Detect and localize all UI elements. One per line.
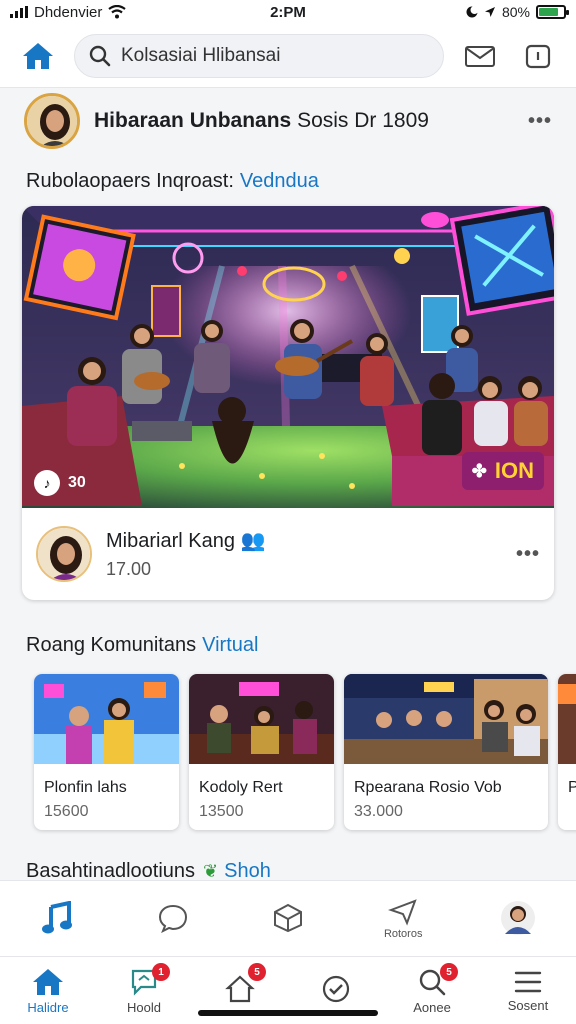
community-name: Kodoly Rert [199,779,283,796]
brand-symbol-icon: ✤ [471,460,487,481]
tab-menu[interactable]: Sosent [480,957,576,1024]
check-circle-icon [322,975,350,1003]
avatar-image [27,96,77,146]
featured-name: Mibariarl Kang 👥 [106,530,266,552]
section-title-featured: Rubolaopaers Inqroast: Vedndua [26,169,319,193]
feed: Hibaraan Unbanans Sosis Dr 1809 ••• Rubo… [0,88,576,880]
community-name: P [568,779,576,796]
cube-icon [274,903,302,932]
brand-logo: ✤ ION [461,452,544,490]
signal-icon [10,6,28,18]
hero-image[interactable]: ♪ 30 ✤ ION [22,206,554,508]
music-note-icon [41,900,72,933]
post-header: Hibaraan Unbanans Sosis Dr 1809 ••• [0,90,576,152]
community-thumbnail [34,674,179,764]
community-thumbnail [344,674,548,764]
status-bar: Dhdenvier 2:PM 80% [0,0,576,24]
home-button[interactable] [16,34,60,78]
community-card[interactable]: Rpearana Rosio Vob 33.000 [344,674,548,830]
community-name: Rpearana Rosio Vob [354,779,502,796]
home-indicator[interactable] [198,1010,378,1016]
more-options-icon[interactable]: ••• [528,110,552,133]
community-card[interactable]: Plonfin lahs 15600 [34,674,179,830]
next-section: Basahtinadlootiuns ❦ Shoh [0,854,576,881]
battery-percent: 80% [501,4,530,20]
section-title-next: Basahtinadlootiuns ❦ Shoh [0,854,576,881]
featured-card[interactable]: ♪ 30 ✤ ION Mibariarl Kang 👥 17.00 ••• [22,206,554,600]
top-bar [0,24,576,88]
battery-icon [536,5,569,19]
mail-button[interactable] [458,34,502,78]
community-thumbnail [189,674,334,764]
community-name: Plonfin lahs [44,779,127,796]
send-icon [388,898,417,926]
secondary-toolbar: Rotoros [0,880,576,956]
more-options-icon[interactable]: ••• [516,543,540,566]
notification-box-icon [525,44,551,68]
community-section: Roang Komunitans Virtual Plonfin lahs 156… [0,628,576,830]
toolbar-item-chat[interactable] [115,881,230,956]
search-bar[interactable] [74,33,444,78]
tab-chat[interactable]: 1 Hoold [96,957,192,1024]
tab-search[interactable]: 5 Aonee [384,957,480,1024]
community-thumbnail [558,674,576,764]
menu-icon [514,971,542,992]
search-icon [89,45,111,66]
leaf-icon: ❦ [203,860,219,881]
community-count: 13500 [199,803,244,820]
moon-icon [466,6,478,18]
play-counter[interactable]: ♪ 30 [34,470,86,496]
toolbar-item-profile[interactable] [461,881,576,956]
chat-bubble-icon [158,904,187,933]
toolbar-item-cube[interactable] [230,881,345,956]
featured-card-footer: Mibariarl Kang 👥 17.00 ••• [22,508,554,600]
home-icon [33,968,63,995]
battery-fill [539,8,559,16]
music-note-icon: ♪ [34,470,60,496]
profile-avatar-icon [501,900,536,935]
section-link[interactable]: Shoh [224,860,271,881]
toolbar-item-send[interactable]: Rotoros [346,881,461,956]
featured-count: 17.00 [106,559,152,579]
section-link[interactable]: Vedndua [240,170,319,193]
inbox-button[interactable] [516,34,560,78]
toolbar-item-music[interactable] [0,881,115,956]
community-count: 33.000 [354,803,403,820]
location-arrow-icon [484,7,495,17]
chat-badge: 1 [152,963,170,981]
featured-avatar[interactable] [36,526,92,582]
community-carousel[interactable]: Plonfin lahs 15600 Kodoly Rert 13500 Rpe… [0,674,576,830]
search-input[interactable] [121,44,429,67]
community-card[interactable]: Kodoly Rert 13500 [189,674,334,830]
people-emoji-icon: 👥 [240,530,266,552]
mail-icon [465,45,495,67]
carrier-name: Dhdenvier [34,3,103,21]
search-badge: 5 [440,963,458,981]
community-count: 15600 [44,803,89,820]
avatar[interactable] [24,93,80,149]
post-title: Hibaraan Unbanans Sosis Dr 1809 [94,109,429,132]
wifi-icon [108,5,127,19]
tab-home[interactable]: Halidre [0,957,96,1024]
section-title-community: Roang Komunitans Virtual [26,633,259,657]
home-icon [23,42,53,69]
community-card[interactable]: P [558,674,576,830]
house-badge: 5 [248,963,266,981]
section-link[interactable]: Virtual [202,634,258,657]
